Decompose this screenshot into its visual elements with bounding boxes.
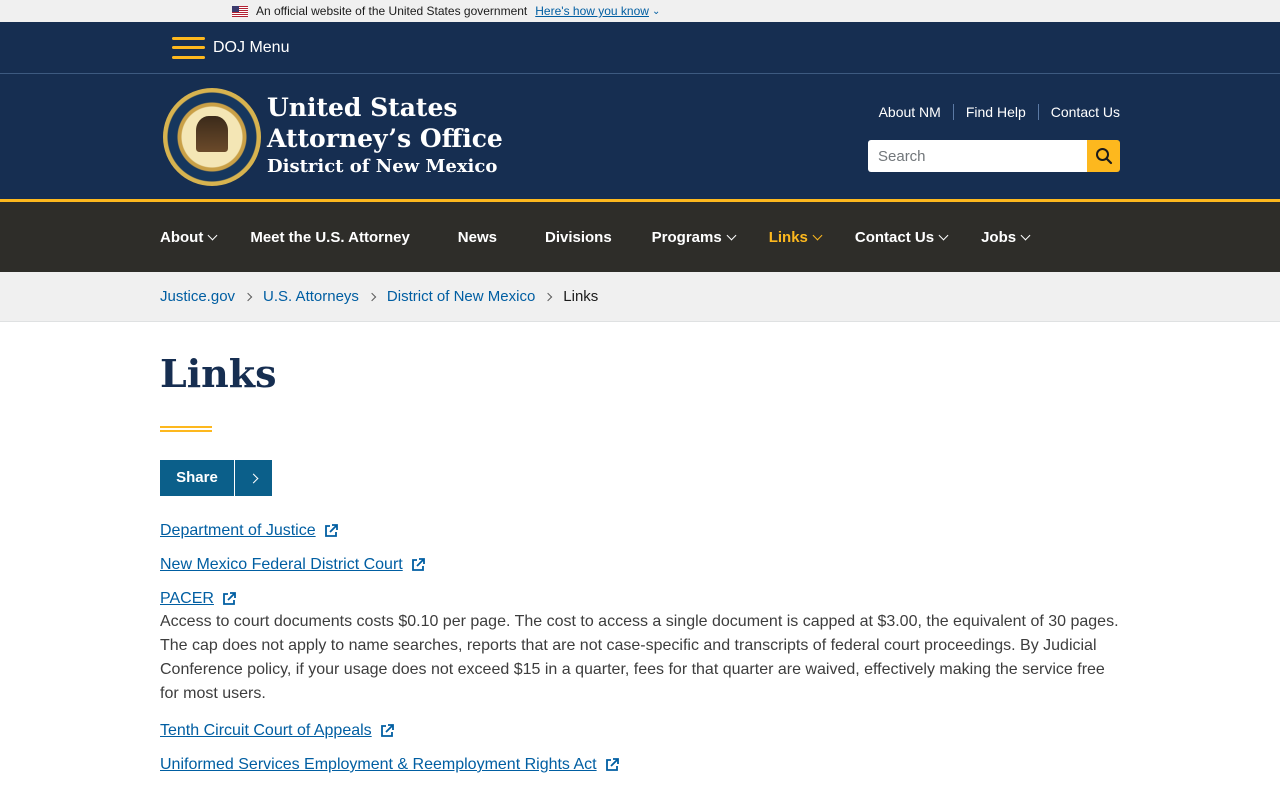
office-district: District of New Mexico: [267, 156, 498, 177]
nav-item-links[interactable]: Links: [768, 228, 823, 246]
breadcrumb-current: Links: [563, 288, 599, 305]
breadcrumb: Justice.gov U.S. Attorneys District of N…: [0, 272, 1280, 322]
external-link-icon: [411, 558, 425, 571]
nav-label: News: [457, 228, 497, 246]
nav-label: Meet the U.S. Attorney: [250, 228, 410, 246]
search-input[interactable]: [868, 140, 1087, 172]
link-tenth-circuit[interactable]: Tenth Circuit Court of Appeals: [160, 722, 394, 740]
nav-item-contact-us[interactable]: Contact Us: [854, 228, 949, 246]
nav-item-divisions[interactable]: Divisions: [545, 229, 612, 246]
office-name[interactable]: United States Attorney’s Office District…: [267, 92, 503, 180]
chevron-down-icon: [1020, 230, 1031, 241]
chevron-down-icon: [207, 230, 218, 241]
chevron-right-icon: [243, 292, 253, 301]
chevron-right-icon: [544, 292, 553, 301]
breadcrumb-justice-gov[interactable]: Justice.gov: [160, 288, 235, 305]
list-item: Department of Justice: [160, 522, 1120, 540]
site-header: United States Attorney’s Office District…: [0, 74, 1280, 199]
breadcrumb-us-attorneys[interactable]: U.S. Attorneys: [263, 288, 359, 305]
list-item: Tenth Circuit Court of Appeals: [160, 722, 1120, 740]
links-list: Department of Justice New Mexico Federal…: [160, 522, 1120, 774]
utility-links: About NM Find Help Contact Us: [867, 104, 1120, 120]
link-nm-federal-district-court[interactable]: New Mexico Federal District Court: [160, 556, 425, 574]
chevron-down-icon: [812, 230, 823, 241]
nav-item-news[interactable]: News: [458, 229, 497, 246]
share-button[interactable]: Share: [160, 460, 272, 496]
office-name-line2: Attorney’s Office: [267, 124, 503, 153]
doj-seal-logo[interactable]: [163, 88, 261, 186]
external-link-icon: [380, 724, 394, 737]
link-label: New Mexico Federal District Court: [160, 556, 403, 573]
external-link-icon: [324, 524, 338, 537]
list-item: PACER Access to court documents costs $0…: [160, 590, 1120, 706]
hamburger-icon[interactable]: [172, 36, 205, 59]
us-flag-icon: [232, 5, 248, 17]
chevron-right-icon: [367, 292, 377, 301]
link-label: Department of Justice: [160, 522, 316, 539]
link-label: Tenth Circuit Court of Appeals: [160, 722, 372, 739]
nav-label: About: [160, 228, 204, 246]
external-link-icon: [605, 758, 619, 771]
link-department-of-justice[interactable]: Department of Justice: [160, 522, 338, 540]
nav-label: Divisions: [544, 228, 612, 246]
page-title: Links: [160, 351, 277, 396]
nav-label: Jobs: [981, 228, 1017, 246]
util-link-find-help[interactable]: Find Help: [952, 104, 1038, 120]
util-link-about-nm[interactable]: About NM: [867, 104, 953, 120]
heres-how-you-know-link[interactable]: Here's how you know: [535, 4, 649, 18]
doj-menu-bar: DOJ Menu: [0, 22, 1280, 74]
chevron-down-icon[interactable]: ⌄: [652, 6, 660, 17]
link-userra[interactable]: Uniformed Services Employment & Reemploy…: [160, 756, 619, 774]
share-label: Share: [160, 460, 235, 496]
gov-banner-text: An official website of the United States…: [256, 4, 528, 18]
nav-item-about[interactable]: About: [160, 228, 218, 246]
search-icon: [1095, 148, 1112, 165]
nav-item-meet-the-us-attorney[interactable]: Meet the U.S. Attorney: [250, 229, 409, 246]
breadcrumb-district-of-new-mexico[interactable]: District of New Mexico: [387, 288, 535, 305]
chevron-down-icon: [938, 230, 949, 241]
util-link-contact-us[interactable]: Contact Us: [1037, 104, 1120, 120]
link-label: PACER: [160, 590, 214, 607]
external-link-icon: [223, 592, 236, 605]
main-nav: About Meet the U.S. Attorney News Divisi…: [0, 199, 1280, 272]
search-box: [868, 140, 1120, 172]
main-content: Links Share Department of Justice New Me…: [160, 321, 1120, 790]
nav-label: Contact Us: [854, 228, 935, 246]
gov-banner: An official website of the United States…: [0, 0, 1280, 22]
chevron-right-icon: [235, 473, 272, 483]
chevron-down-icon: [726, 230, 737, 241]
nav-item-jobs[interactable]: Jobs: [981, 228, 1031, 246]
office-name-line1: United States: [267, 93, 458, 122]
doj-menu-button[interactable]: DOJ Menu: [213, 39, 289, 57]
link-description: Access to court documents costs $0.10 pe…: [160, 613, 1119, 702]
link-pacer[interactable]: PACER: [160, 590, 236, 608]
search-button[interactable]: [1087, 140, 1120, 172]
list-item: New Mexico Federal District Court: [160, 556, 1120, 574]
nav-label: Programs: [651, 228, 722, 246]
list-item: Uniformed Services Employment & Reemploy…: [160, 756, 1120, 774]
link-label: Uniformed Services Employment & Reemploy…: [160, 756, 597, 773]
title-divider: [160, 426, 212, 432]
nav-label: Links: [768, 228, 808, 246]
nav-item-programs[interactable]: Programs: [651, 228, 737, 246]
